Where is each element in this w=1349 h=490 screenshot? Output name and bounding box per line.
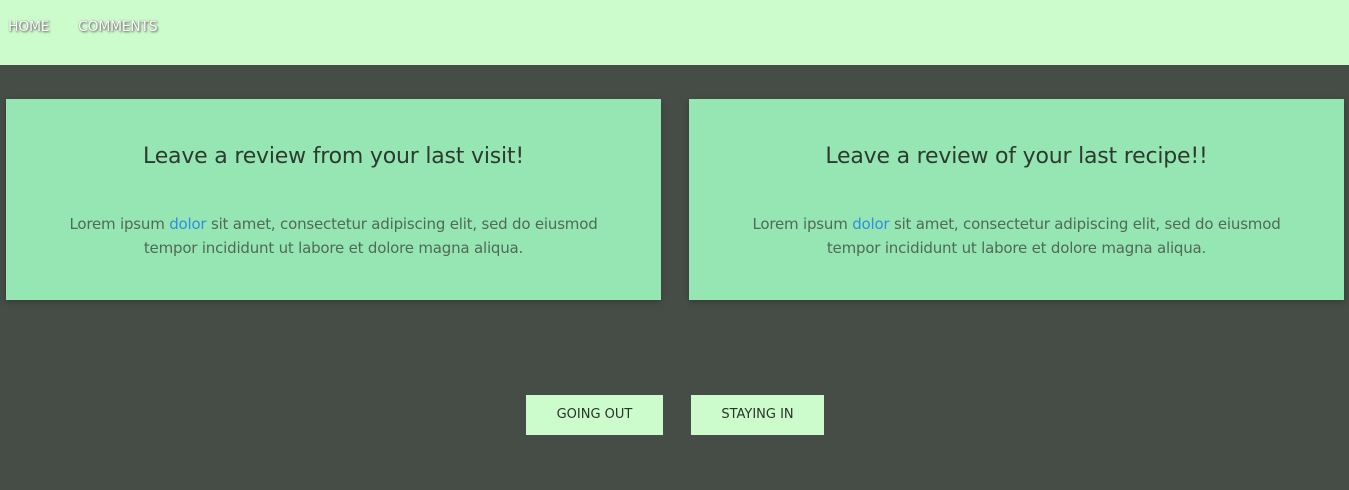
going-out-button[interactable]: GOING OUT (526, 395, 663, 435)
review-card-recipe: Leave a review of your last recipe!! Lor… (689, 99, 1344, 300)
dolor-link[interactable]: dolor (169, 215, 206, 233)
card-description: Lorem ipsum dolor sit amet, consectetur … (46, 212, 621, 260)
card-title: Leave a review from your last visit! (143, 144, 524, 169)
staying-in-button[interactable]: STAYING IN (691, 395, 824, 435)
card-text-end: sit amet, consectetur adipiscing elit, s… (143, 215, 598, 257)
nav-comments-link[interactable]: COMMENTS (78, 18, 158, 36)
card-title: Leave a review of your last recipe!! (825, 144, 1208, 169)
card-text-start: Lorem ipsum (69, 215, 170, 233)
dolor-link[interactable]: dolor (852, 215, 889, 233)
card-text-end: sit amet, consectetur adipiscing elit, s… (826, 215, 1281, 257)
top-navbar: HOME COMMENTS (0, 0, 1349, 65)
card-text-start: Lorem ipsum (752, 215, 853, 233)
nav-home-link[interactable]: HOME (8, 18, 50, 36)
review-card-visit: Leave a review from your last visit! Lor… (6, 99, 661, 300)
card-description: Lorem ipsum dolor sit amet, consectetur … (729, 212, 1304, 260)
